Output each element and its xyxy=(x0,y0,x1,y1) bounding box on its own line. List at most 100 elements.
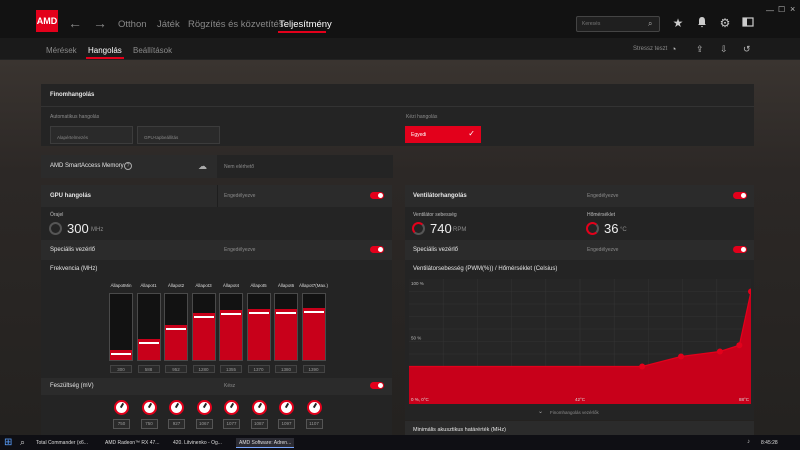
import-icon[interactable]: ⇩ xyxy=(720,44,728,55)
state-value[interactable]: 300 xyxy=(110,365,132,373)
state-handle[interactable] xyxy=(276,312,296,314)
gpu-special-toggle[interactable] xyxy=(370,246,384,253)
gpu-tuning-toggle[interactable] xyxy=(370,192,384,199)
state-value[interactable]: 588 xyxy=(137,365,160,373)
state-handle[interactable] xyxy=(248,312,269,314)
state-value[interactable]: 1390 xyxy=(302,365,325,373)
temperature-label: Hőmérséklet xyxy=(587,212,616,218)
chevron-down-icon[interactable]: ⌄ xyxy=(538,408,543,415)
fan-special-toggle[interactable] xyxy=(733,246,747,253)
voltage-value[interactable]: 750 xyxy=(113,419,130,429)
fan-curve-point[interactable] xyxy=(639,363,646,370)
fan-chart-title: Ventilátorsebesség (PWM(%)) / Hőmérsékle… xyxy=(413,266,558,272)
back-button[interactable]: ← xyxy=(68,15,82,31)
taskbar-item-amd-radeon[interactable]: AMD Radeon™ RX 47... xyxy=(102,438,162,448)
manual-custom-button[interactable]: Egyedi ✓ xyxy=(405,126,481,143)
voltage-knob[interactable] xyxy=(279,400,294,415)
auto-tuning-label: Automatikus hangolás xyxy=(50,114,100,120)
state-value[interactable]: 1380 xyxy=(275,365,297,373)
voltage-value[interactable]: 1087 xyxy=(250,419,268,429)
finetune-label[interactable]: Finomhangolás vezérlők xyxy=(550,410,599,415)
clock-value: 300 xyxy=(67,221,89,236)
fan-speed-value: 740 xyxy=(430,221,452,236)
fan-curve-chart[interactable]: 100 % 50 % 0 %, 0°C 42°C 88°C xyxy=(409,279,751,404)
voltage-knob[interactable] xyxy=(196,400,212,415)
settings-gear-icon[interactable]: ⚙ xyxy=(718,16,732,30)
voltage-knob[interactable] xyxy=(141,400,157,415)
state-value[interactable]: 952 xyxy=(165,365,187,373)
gauge-icon[interactable]: ◔ xyxy=(671,44,676,54)
frequency-label: Frekvencia (MHz) xyxy=(50,266,98,272)
volume-icon[interactable]: ♪ xyxy=(747,439,750,445)
gpu-tuning-title: GPU hangolás xyxy=(50,193,92,199)
state-handle[interactable] xyxy=(166,328,186,330)
search-icon[interactable]: ⌕ xyxy=(648,19,652,29)
fan-curve-point[interactable] xyxy=(716,348,723,355)
favorites-star-icon[interactable]: ★ xyxy=(671,16,685,30)
maximize-button[interactable]: ☐ xyxy=(778,5,785,14)
tab-rogzites[interactable]: Rögzítés és közvetítés xyxy=(188,19,284,30)
state-handle[interactable] xyxy=(111,353,131,355)
fan-tuning-toggle[interactable] xyxy=(733,192,747,199)
state-value[interactable]: 1370 xyxy=(247,365,270,373)
fan-curve-point[interactable] xyxy=(736,342,743,349)
voltage-knob[interactable] xyxy=(169,400,184,415)
tab-teljesitmeny[interactable]: Teljesítmény xyxy=(279,19,332,30)
export-icon[interactable]: ⇪ xyxy=(696,44,704,55)
subtab-hangolas[interactable]: Hangolás xyxy=(88,46,122,55)
tab-jatek[interactable]: Játék xyxy=(157,19,180,30)
subtab-meresek[interactable]: Mérések xyxy=(46,46,77,55)
tab-otthon[interactable]: Otthon xyxy=(118,19,147,30)
voltage-value[interactable]: 750 xyxy=(140,419,158,429)
smartaccess-status: Nem elérhető xyxy=(224,164,255,170)
smartaccess-label: AMD SmartAccess Memory xyxy=(50,163,124,169)
cloud-icon: ☁ xyxy=(198,161,207,171)
manual-tuning-label: Kézi hangolás xyxy=(406,114,438,120)
taskbar-item-litvinenko[interactable]: 420. Litvinenko - Og... xyxy=(170,438,225,448)
reset-icon[interactable]: ↺ xyxy=(743,44,751,55)
minimize-button[interactable]: — xyxy=(766,6,774,15)
gpu-special-status: Engedélyezve xyxy=(224,247,256,253)
auto-option-default[interactable]: Alapértelmezés xyxy=(50,126,133,144)
voltage-knob[interactable] xyxy=(306,400,322,415)
search-taskbar-icon[interactable]: ⌕ xyxy=(20,437,25,448)
stress-test-button[interactable]: Stressz teszt xyxy=(633,46,667,52)
state-handle[interactable] xyxy=(193,316,214,318)
state-fill xyxy=(192,313,215,360)
fan-curve-point[interactable] xyxy=(678,353,685,360)
temperature-unit: °C xyxy=(620,227,627,233)
state-value[interactable]: 1280 xyxy=(192,365,215,373)
voltage-toggle[interactable] xyxy=(370,382,384,389)
y-tick-label: 50 % xyxy=(411,336,421,341)
state-handle[interactable] xyxy=(303,311,324,313)
check-icon: ✓ xyxy=(468,129,475,138)
voltage-value[interactable]: 927 xyxy=(168,419,185,429)
manual-custom-label: Egyedi xyxy=(411,132,427,138)
taskbar-item-amd-software[interactable]: AMD Software: Adren... xyxy=(236,438,295,448)
voltage-value[interactable]: 1107 xyxy=(305,419,323,429)
voltage-knob[interactable] xyxy=(114,400,129,415)
state-handle[interactable] xyxy=(138,342,159,344)
voltage-value[interactable]: 1067 xyxy=(195,419,213,429)
amd-logo[interactable]: AMD xyxy=(36,10,58,32)
voltage-knob[interactable] xyxy=(224,400,239,415)
voltage-knob[interactable] xyxy=(251,400,267,415)
taskbar-item-total-commander[interactable]: Total Commander (x6... xyxy=(33,438,91,448)
auto-option-gpu[interactable]: GPU-tapbeállítás xyxy=(137,126,220,144)
windows-start-icon[interactable]: ⊞ xyxy=(4,437,12,448)
state-fill xyxy=(165,325,187,360)
notifications-bell-icon[interactable] xyxy=(695,16,709,31)
divider xyxy=(41,106,754,107)
voltage-status: Kész xyxy=(224,383,236,389)
fan-tuning-title: Ventilátorhangolás xyxy=(413,193,467,199)
state-value[interactable]: 1355 xyxy=(220,365,242,373)
close-button[interactable]: × xyxy=(790,4,795,14)
voltage-value[interactable]: 1077 xyxy=(223,419,240,429)
sidebar-panel-icon[interactable] xyxy=(741,16,755,31)
state-handle[interactable] xyxy=(221,313,241,315)
voltage-value[interactable]: 1097 xyxy=(278,419,295,429)
subtab-beallitasok[interactable]: Beállítások xyxy=(133,46,172,55)
clock-label: Órajel xyxy=(50,212,64,218)
help-icon[interactable]: ? xyxy=(124,162,132,170)
forward-button[interactable]: → xyxy=(93,15,107,31)
